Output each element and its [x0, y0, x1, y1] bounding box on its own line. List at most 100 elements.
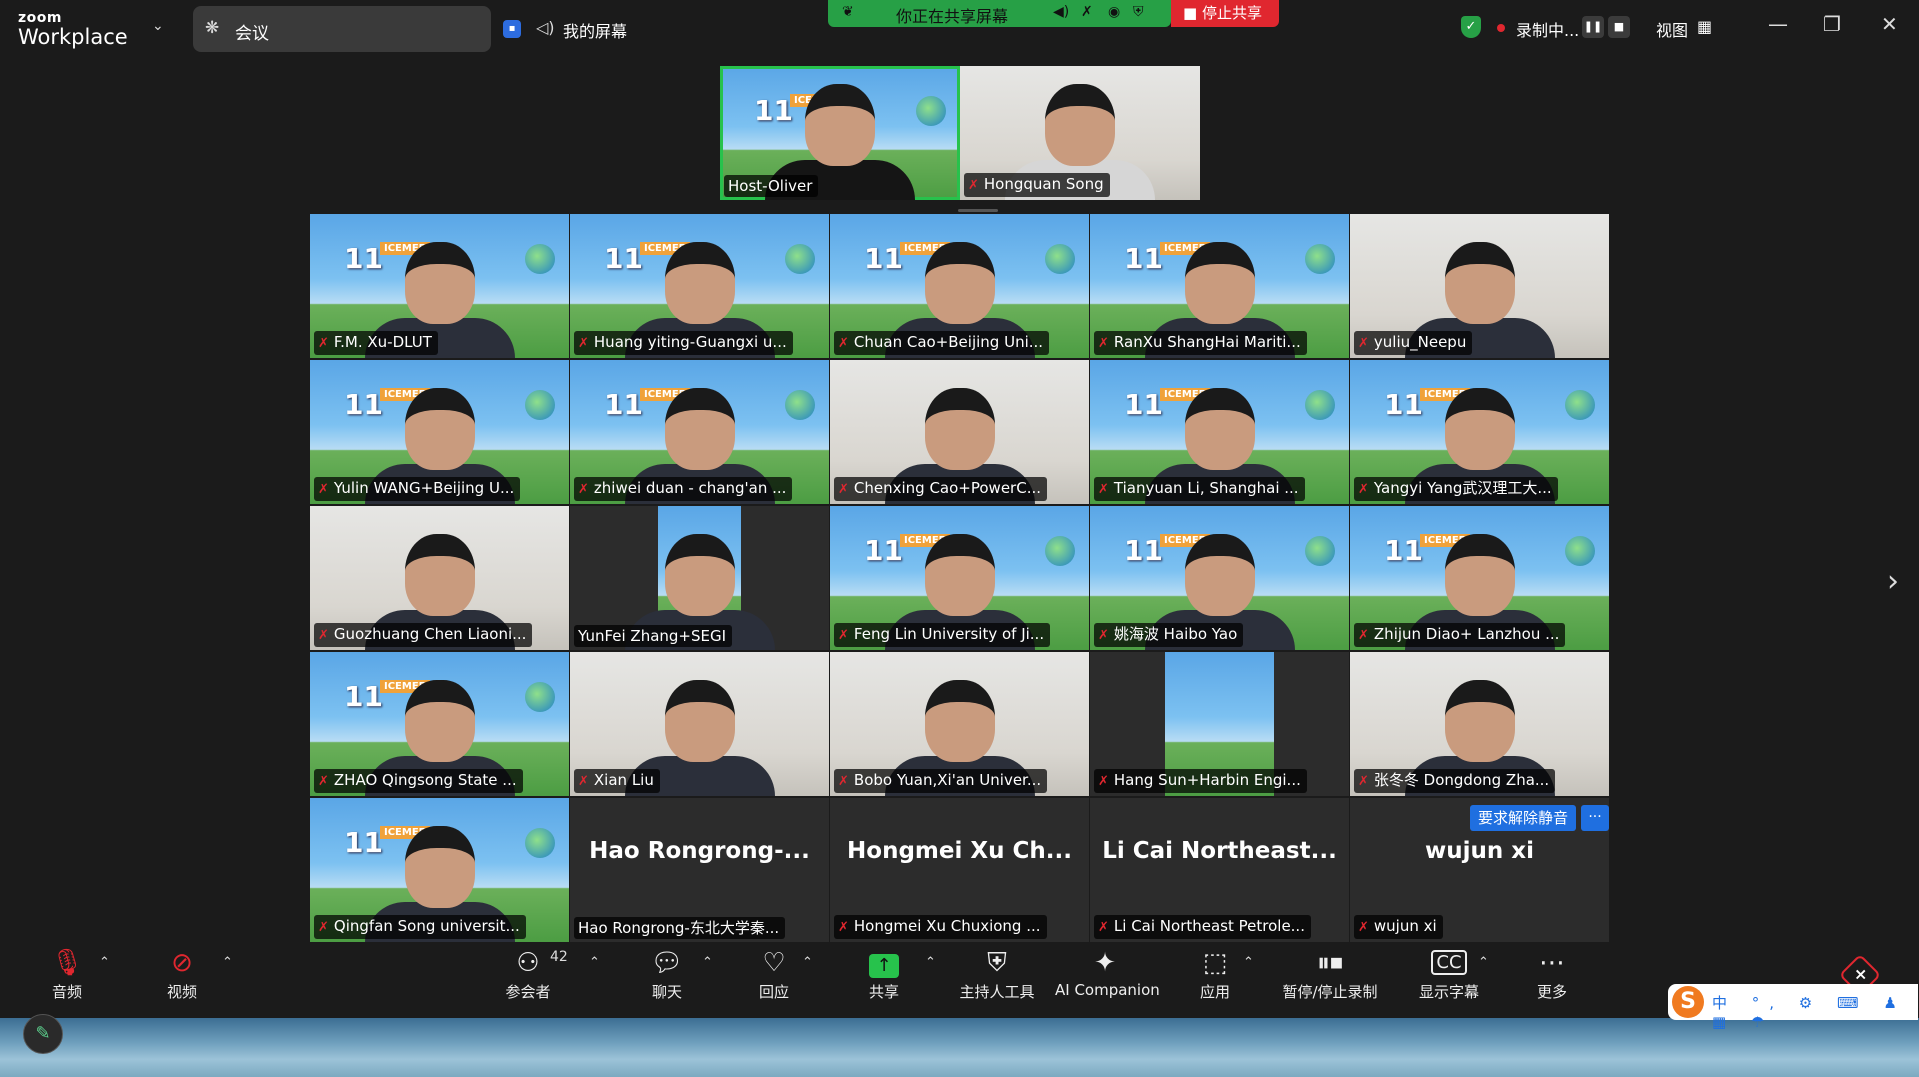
globe-icon: [785, 244, 815, 274]
volume-icon[interactable]: ◀): [1053, 4, 1069, 20]
video-tile[interactable]: ✗ 张冬冬 Dongdong Zha...: [1350, 652, 1609, 796]
video-tile[interactable]: ✗ yuliu_Neepu: [1350, 214, 1609, 358]
chevron-up-icon[interactable]: ⌃: [802, 955, 813, 970]
participant-display-name: Hao Rongrong-...: [589, 838, 810, 864]
more-button[interactable]: ⋯ 更多: [1530, 945, 1574, 1002]
request-unmute-button[interactable]: 要求解除静音: [1470, 805, 1576, 831]
chevron-up-icon[interactable]: ⌃: [99, 955, 110, 970]
chevron-up-icon[interactable]: ⌃: [589, 955, 600, 970]
participant-display-name: Hongmei Xu Ch...: [847, 838, 1072, 864]
apps-button[interactable]: ⬚ 应用: [1193, 945, 1237, 1002]
mic-muted-icon: ✗: [1098, 336, 1109, 351]
apps-icon: ⬚: [1202, 948, 1228, 978]
video-tile[interactable]: 11 ICEMEE ✗ Qingfan Song universit...: [310, 798, 569, 942]
participant-name: Host-Oliver: [724, 175, 819, 197]
video-tile[interactable]: 11 ICEMEE ✗ Yangyi Yang武汉理工大...: [1350, 360, 1609, 504]
video-tile-spotlight-2[interactable]: ✗ Hongquan Song: [960, 66, 1200, 200]
speaker-icon[interactable]: ◁): [536, 18, 555, 37]
shield-icon[interactable]: ⛨: [1133, 4, 1144, 20]
stop-share-button[interactable]: ■ 停止共享: [1171, 0, 1279, 27]
video-tile[interactable]: 11 ICEMEE ✗ zhiwei duan - chang'an ...: [570, 360, 829, 504]
video-tile[interactable]: YunFei Zhang+SEGI: [570, 506, 829, 650]
video-tile[interactable]: ✗ Hang Sun+Harbin Engi...: [1090, 652, 1349, 796]
chevron-up-icon[interactable]: ⌃: [1478, 955, 1489, 970]
chevron-up-icon[interactable]: ⌃: [1243, 955, 1254, 970]
annotate-icon[interactable]: ◉: [1108, 4, 1120, 20]
video-label: 视频: [166, 983, 197, 1001]
video-tile[interactable]: ✗ Chenxing Cao+PowerC...: [830, 360, 1089, 504]
video-tile[interactable]: Li Cai Northeast... ✗ Li Cai Northeast Pet…: [1090, 798, 1349, 942]
video-tile[interactable]: Hao Rongrong-... Hao Rongrong-东北大学秦...: [570, 798, 829, 942]
video-tile[interactable]: Hongmei Xu Ch... ✗ Hongmei Xu Chuxiong ...: [830, 798, 1089, 942]
globe-icon: [785, 390, 815, 420]
video-tile[interactable]: 11 ICEMEE ✗ 姚海波 Haibo Yao: [1090, 506, 1349, 650]
chevron-up-icon[interactable]: ⌃: [222, 955, 233, 970]
close-icon[interactable]: ✕: [1881, 12, 1898, 36]
share-label: 共享: [868, 983, 899, 1001]
sparkle-icon: ✦: [1094, 948, 1116, 978]
apps-label: 应用: [1199, 983, 1230, 1001]
minimize-icon[interactable]: —: [1768, 12, 1788, 36]
sogou-logo-icon[interactable]: S: [1672, 986, 1704, 1018]
mic-muted-icon: ✗: [318, 336, 329, 351]
pause-stop-recording-button[interactable]: ⏸⏹ 暂停/停止录制: [1275, 945, 1385, 1002]
mic-muted-icon: ✗: [838, 774, 849, 789]
participant-display-name: Li Cai Northeast...: [1102, 838, 1337, 864]
more-options-button[interactable]: ···: [1581, 805, 1609, 831]
participants-button[interactable]: ⚇ 参会者: [503, 945, 553, 1002]
mic-muted-icon[interactable]: ✗: [1081, 4, 1093, 20]
app-logo-bottom: Workplace: [18, 25, 128, 49]
video-tile[interactable]: 11 ICEMEE ✗ F.M. Xu-DLUT: [310, 214, 569, 358]
paw-icon: ❋: [205, 18, 220, 38]
mic-muted-icon: ✗: [318, 920, 329, 935]
meeting-tab[interactable]: ❋ 会议: [193, 6, 491, 52]
react-button[interactable]: ♡ 回应: [752, 945, 796, 1002]
globe-icon: [1045, 536, 1075, 566]
video-tile[interactable]: 11 ICEMEE ✗ Huang yiting-Guangxi u...: [570, 214, 829, 358]
ime-items[interactable]: 中 °, ⚙ ⌨ ♟ ▦ ☂: [1712, 992, 1918, 1031]
next-page-arrow-icon[interactable]: ›: [1887, 564, 1899, 599]
video-tile[interactable]: 11 ICEMEE ✗ Yulin WANG+Beijing U...: [310, 360, 569, 504]
mic-muted-icon: ✗: [578, 336, 589, 351]
ai-companion-button[interactable]: ✦ AI Companion: [1055, 945, 1160, 999]
mic-muted-icon: ✗: [318, 628, 329, 643]
globe-icon: [525, 244, 555, 274]
video-tile[interactable]: ✗ Xian Liu: [570, 652, 829, 796]
video-button[interactable]: ⊘ 视频: [160, 945, 204, 1002]
captions-label: 显示字幕: [1418, 983, 1479, 1001]
mic-muted-icon: ✗: [1358, 482, 1369, 497]
video-tile[interactable]: 11 ICEMEE ✗ Chuan Cao+Beijing Uni...: [830, 214, 1089, 358]
mic-muted-icon: ✗: [1358, 774, 1369, 789]
heart-icon: ♡: [762, 948, 786, 978]
video-tile[interactable]: ✗ Guozhuang Chen Liaoni...: [310, 506, 569, 650]
video-tile[interactable]: 11 ICEMEE ✗ Tianyuan Li, Shanghai ...: [1090, 360, 1349, 504]
participant-name: ✗ zhiwei duan - chang'an ...: [574, 477, 793, 501]
mic-muted-icon: ✗: [1358, 628, 1369, 643]
chat-icon: 💬︎: [650, 948, 684, 978]
chevron-down-icon[interactable]: ⌄: [152, 18, 164, 34]
my-screen-label[interactable]: 我的屏幕: [563, 18, 627, 42]
chat-button[interactable]: 💬︎ 聊天: [645, 945, 689, 1002]
host-tools-button[interactable]: ⛨ 主持人工具: [955, 945, 1039, 1002]
ime-toolbar: S 中 °, ⚙ ⌨ ♟ ▦ ☂: [1668, 984, 1918, 1031]
pause-recording-icon[interactable]: ❚❚: [1582, 16, 1604, 38]
video-tile[interactable]: 11 ICEMEE ✗ Feng Lin University of Ji...: [830, 506, 1089, 650]
video-tile-host[interactable]: 11 ICEMEE Host-Oliver: [720, 66, 960, 200]
audio-button[interactable]: 🎙︎ 音频: [45, 945, 89, 1002]
more-icon: ⋯: [1539, 948, 1565, 978]
chevron-up-icon[interactable]: ⌃: [925, 955, 936, 970]
video-tile[interactable]: 11 ICEMEE ✗ ZHAO Qingsong State ...: [310, 652, 569, 796]
participant-name: ✗ Tianyuan Li, Shanghai ...: [1094, 477, 1305, 501]
stop-recording-icon[interactable]: ■: [1608, 16, 1630, 38]
video-tile[interactable]: 11 ICEMEE ✗ Zhijun Diao+ Lanzhou ...: [1350, 506, 1609, 650]
annotate-pen-icon[interactable]: ✎: [23, 1014, 63, 1054]
video-tile[interactable]: ✗ Bobo Yuan,Xi'an Univer...: [830, 652, 1089, 796]
chevron-up-icon[interactable]: ⌃: [702, 955, 713, 970]
restore-icon[interactable]: ❐: [1823, 12, 1841, 36]
captions-button[interactable]: CC 显示字幕: [1414, 945, 1484, 1002]
share-button[interactable]: ↑ 共享: [862, 945, 906, 1002]
view-button[interactable]: 视图: [1656, 17, 1688, 41]
grid-view-icon[interactable]: ▦: [1697, 17, 1712, 36]
video-tile[interactable]: 11 ICEMEE ✗ RanXu ShangHai Mariti...: [1090, 214, 1349, 358]
leaf-icon: ❦: [842, 4, 854, 20]
